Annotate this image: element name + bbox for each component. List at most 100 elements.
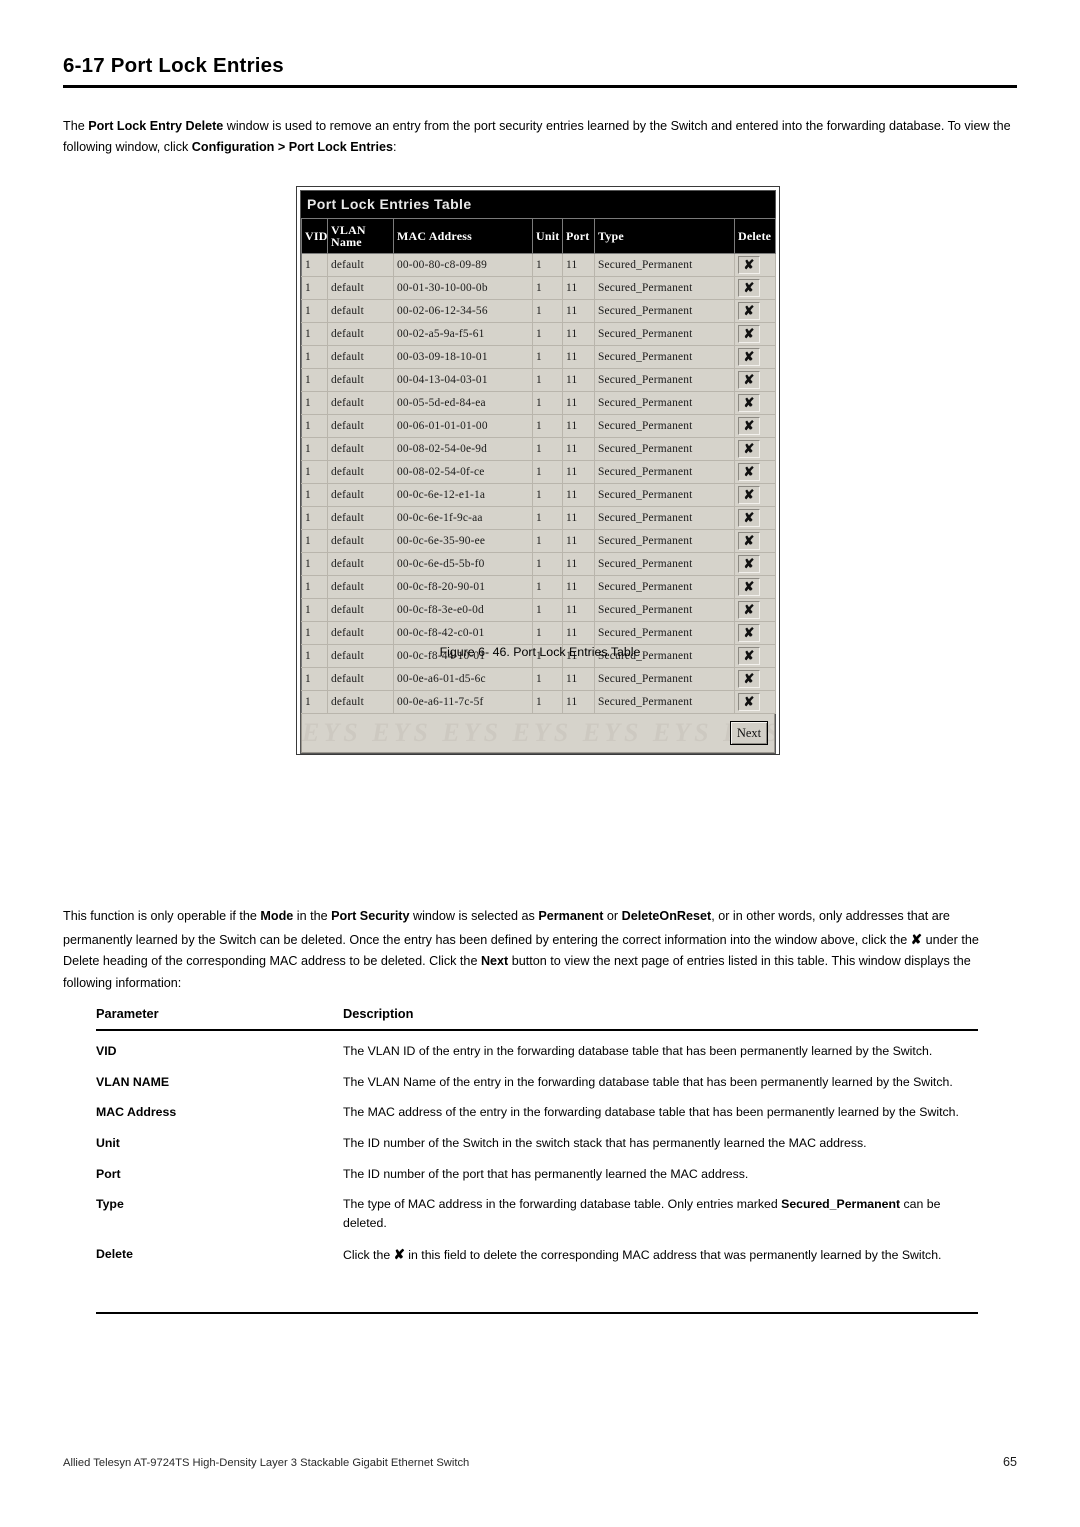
unit-cell: 1 (532, 299, 563, 323)
body-text-3: window is selected as (409, 908, 539, 923)
delete-x-icon-button[interactable]: ✘ (738, 279, 760, 297)
intro-text-3: : (392, 140, 397, 155)
vlan-name-cell: default (327, 483, 394, 507)
screenshot-inner-frame: Port Lock Entries Table VID VLAN Name MAC… (300, 190, 776, 754)
body-bold-next: Next (480, 954, 509, 969)
vlan-name-cell: default (327, 667, 394, 691)
delete-x-icon-button[interactable]: ✘ (738, 486, 760, 504)
delete-x-icon-button[interactable]: ✘ (738, 601, 760, 619)
delete-x-icon-button[interactable]: ✘ (738, 394, 760, 412)
delete-cell: ✘ (734, 552, 776, 576)
unit-cell: 1 (532, 621, 563, 645)
delete-x-icon-button[interactable]: ✘ (738, 371, 760, 389)
mac-address-cell: 00-04-13-04-03-01 (393, 368, 533, 392)
vlan-name-line2: Name (331, 235, 362, 249)
vlan-name-cell: default (327, 575, 394, 599)
column-header-port: Port (562, 218, 595, 254)
unit-cell: 1 (532, 460, 563, 484)
param-description: The VLAN ID of the entry in the forwardi… (343, 1044, 933, 1058)
param-description: The type of MAC address in the forwardin… (343, 1184, 978, 1233)
mac-address-cell: 00-01-30-10-00-0b (393, 276, 533, 300)
port-cell: 11 (562, 460, 595, 484)
type-cell: Secured_Permanent (594, 552, 735, 576)
param-name: Type (96, 1197, 124, 1212)
mac-address-cell: 00-0c-6e-35-90-ee (393, 529, 533, 553)
param-description: Click the ✘ in this field to delete the … (343, 1234, 978, 1267)
mac-address-cell: 00-08-02-54-0e-9d (393, 437, 533, 461)
vid-cell: 1 (301, 368, 328, 392)
figure-screenshot: Port Lock Entries Table VID VLAN Name MAC… (296, 186, 780, 755)
delete-x-icon-button[interactable]: ✘ (738, 509, 760, 527)
intro-bold-port-lock-entry-delete: Port Lock Entry Delete (88, 118, 224, 133)
column-header-type: Type (594, 218, 735, 254)
port-cell: 11 (562, 506, 595, 530)
vid-cell: 1 (301, 345, 328, 369)
watermark-text: EYS EYS EYS EYS EYS EYS EYS EYS (302, 718, 774, 747)
vid-cell: 1 (301, 322, 328, 346)
port-cell: 11 (562, 437, 595, 461)
delete-x-icon-button[interactable]: ✘ (738, 670, 760, 688)
column-header-unit: Unit (532, 218, 563, 254)
vlan-name-cell: default (327, 414, 394, 438)
intro-text-1: The (63, 118, 89, 133)
param-table-body: VID The VLAN ID of the entry in the forwa… (96, 1030, 978, 1266)
header-rule (63, 84, 1017, 88)
port-cell: 11 (562, 690, 595, 714)
port-cell: 11 (562, 483, 595, 507)
vid-cell: 1 (301, 437, 328, 461)
delete-x-icon-button[interactable]: ✘ (738, 348, 760, 366)
delete-cell: ✘ (734, 391, 776, 415)
table-row: 1 default 00-0c-6e-d5-5b-f0 1 11 Secured_Perm… (301, 552, 776, 576)
unit-cell: 1 (532, 345, 563, 369)
port-cell: 11 (562, 345, 595, 369)
body-bold-deleteonreset: DeleteOnReset (621, 908, 712, 923)
table-row: 1 default 00-0c-6e-1f-9c-aa 1 11 Secured_Perm… (301, 506, 776, 530)
delete-cell: ✘ (734, 276, 776, 300)
mac-address-cell: 00-0c-6e-d5-5b-f0 (393, 552, 533, 576)
type-cell: Secured_Permanent (594, 529, 735, 553)
delete-x-icon-button[interactable]: ✘ (738, 440, 760, 458)
delete-cell: ✘ (734, 667, 776, 691)
delete-x-icon-button[interactable]: ✘ (738, 578, 760, 596)
column-header-mac-address: MAC Address (393, 218, 533, 254)
delete-x-icon-button[interactable]: ✘ (738, 532, 760, 550)
delete-x-icon: ✘ (393, 1246, 405, 1262)
unit-cell: 1 (532, 414, 563, 438)
port-cell: 11 (562, 368, 595, 392)
delete-x-icon-button[interactable]: ✘ (738, 256, 760, 274)
delete-x-icon-button[interactable]: ✘ (738, 463, 760, 481)
mac-address-cell: 00-02-a5-9a-f5-61 (393, 322, 533, 346)
table-title-bar: Port Lock Entries Table (301, 191, 775, 218)
page-title: 6-17 Port Lock Entries (63, 54, 284, 77)
delete-x-icon-button[interactable]: ✘ (738, 693, 760, 711)
type-cell: Secured_Permanent (594, 483, 735, 507)
delete-x-icon-button[interactable]: ✘ (738, 325, 760, 343)
page-header: 6-17 Port Lock Entries (63, 54, 1017, 88)
table-row: 1 default 00-02-a5-9a-f5-61 1 11 Secured_Perm… (301, 322, 776, 346)
port-cell: 11 (562, 598, 595, 622)
param-name: Unit (96, 1136, 120, 1151)
mac-address-cell: 00-06-01-01-01-00 (393, 414, 533, 438)
unit-cell: 1 (532, 253, 563, 277)
mac-address-cell: 00-0c-f8-20-90-01 (393, 575, 533, 599)
next-button[interactable]: Next (730, 721, 768, 745)
delete-x-icon-button[interactable]: ✘ (738, 417, 760, 435)
table-row: 1 default 00-0c-f8-3e-e0-0d 1 11 Secured_Perm… (301, 598, 776, 622)
delete-cell: ✘ (734, 437, 776, 461)
type-cell: Secured_Permanent (594, 667, 735, 691)
delete-x-icon-button[interactable]: ✘ (738, 555, 760, 573)
type-cell: Secured_Permanent (594, 690, 735, 714)
delete-x-icon-button[interactable]: ✘ (738, 624, 760, 642)
column-header-vid: VID (301, 218, 328, 254)
port-cell: 11 (562, 575, 595, 599)
port-cell: 11 (562, 253, 595, 277)
column-header-vlan-name: VLAN Name (327, 218, 394, 254)
delete-x-icon-button[interactable]: ✘ (738, 302, 760, 320)
delete-cell: ✘ (734, 483, 776, 507)
intro-bold-menu-path: Configuration > Port Lock Entries (191, 140, 393, 155)
unit-cell: 1 (532, 690, 563, 714)
port-cell: 11 (562, 322, 595, 346)
type-cell: Secured_Permanent (594, 506, 735, 530)
unit-cell: 1 (532, 437, 563, 461)
type-cell: Secured_Permanent (594, 460, 735, 484)
